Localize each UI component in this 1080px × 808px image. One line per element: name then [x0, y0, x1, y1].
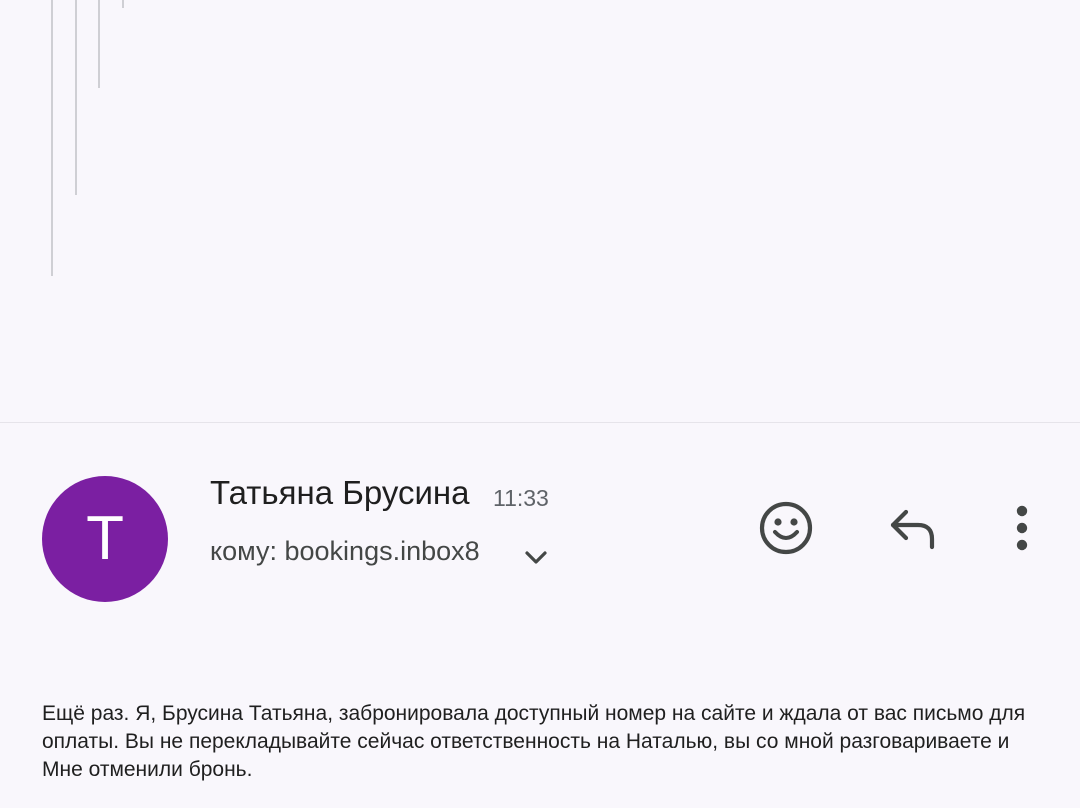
- divider: [0, 422, 1080, 423]
- thread-line: [75, 0, 77, 195]
- thread-area: [0, 0, 1080, 422]
- emoji-reaction-icon: [759, 501, 813, 555]
- message-time: 11:33: [493, 485, 549, 511]
- thread-line: [51, 0, 53, 276]
- recipient-line[interactable]: кому: bookings.inbox8: [210, 536, 480, 567]
- more-vert-icon: [1016, 505, 1028, 551]
- add-reaction-button[interactable]: [754, 496, 818, 560]
- more-options-button[interactable]: [990, 496, 1054, 560]
- reply-icon: [890, 509, 935, 550]
- chevron-down-icon: [525, 551, 547, 564]
- sender-name[interactable]: Татьяна Брусина: [210, 474, 470, 512]
- recipient-details-toggle[interactable]: [518, 540, 554, 576]
- message-body: Ещё раз. Я, Брусина Татьяна, забронирова…: [42, 702, 1026, 781]
- thread-line: [122, 0, 124, 8]
- reply-button[interactable]: [880, 496, 944, 560]
- avatar[interactable]: T: [42, 476, 168, 602]
- thread-line: [98, 0, 100, 88]
